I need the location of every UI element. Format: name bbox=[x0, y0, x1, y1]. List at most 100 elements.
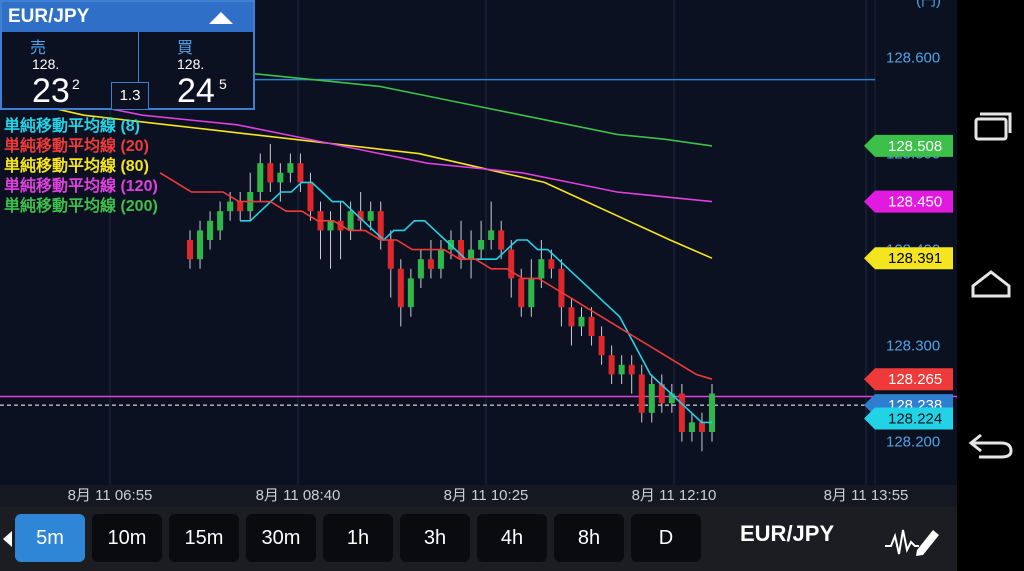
timeframe-10m[interactable]: 10m bbox=[92, 514, 162, 562]
price-tag-value: 128.224 bbox=[888, 411, 942, 428]
sell-price: 23 bbox=[32, 72, 70, 110]
candle-bearish bbox=[558, 268, 565, 308]
price-tag: 128.450 bbox=[864, 190, 953, 213]
candle-bearish bbox=[307, 182, 314, 212]
candle-bearish bbox=[397, 268, 404, 308]
candle-bullish bbox=[287, 163, 294, 173]
time-axis-label: 8月 11 13:55 bbox=[824, 487, 909, 504]
quote-panel[interactable]: EUR/JPY 売 128. 23 2 買 128. 24 5 1.3 bbox=[0, 0, 255, 110]
candle-bullish bbox=[468, 249, 475, 260]
candle-bearish bbox=[698, 422, 705, 432]
candle-bearish bbox=[628, 364, 635, 375]
sell-prefix: 128. bbox=[32, 56, 60, 72]
timeframe-8h[interactable]: 8h bbox=[554, 514, 624, 562]
candle-bullish bbox=[437, 249, 444, 269]
legend-item: 単純移動平均線 (200) bbox=[4, 198, 158, 215]
chart-tools-icon[interactable] bbox=[883, 522, 943, 558]
time-axis-label: 8月 11 10:25 bbox=[444, 487, 529, 504]
candle-bearish bbox=[608, 355, 615, 375]
candle-bearish bbox=[427, 259, 434, 269]
candle-bearish bbox=[678, 393, 685, 432]
candle-bearish bbox=[237, 201, 244, 212]
legend-item: 単純移動平均線 (80) bbox=[4, 158, 149, 175]
timeframe-5m[interactable]: 5m bbox=[15, 514, 85, 562]
candle-bullish bbox=[648, 384, 655, 413]
candle-bearish bbox=[588, 316, 595, 336]
candle-bearish bbox=[598, 336, 605, 356]
candle-bullish bbox=[207, 220, 214, 240]
candle-bullish bbox=[488, 230, 495, 240]
timeframe-3h[interactable]: 3h bbox=[400, 514, 470, 562]
time-axis-label: 8月 11 08:40 bbox=[256, 487, 341, 504]
candle-bullish bbox=[478, 240, 485, 250]
candle-bearish bbox=[387, 240, 394, 269]
candle-bullish bbox=[227, 201, 234, 212]
time-axis-label: 8月 11 12:10 bbox=[632, 487, 717, 504]
candle-bearish bbox=[548, 259, 555, 269]
price-axis-label: 128.200 bbox=[886, 434, 940, 451]
sell-label: 売 bbox=[30, 40, 47, 57]
candle-bearish bbox=[518, 278, 525, 308]
candle-bullish bbox=[417, 259, 424, 279]
buy-prefix: 128. bbox=[177, 56, 205, 72]
candle-bullish bbox=[407, 278, 414, 308]
candle-bullish bbox=[618, 364, 625, 375]
legend-item: 単純移動平均線 (8) bbox=[4, 118, 141, 135]
candle-bearish bbox=[267, 163, 274, 183]
candle-bearish bbox=[638, 374, 645, 413]
scroll-left-icon[interactable] bbox=[3, 531, 12, 547]
price-tag: 128.391 bbox=[864, 247, 953, 270]
sell-pipette: 2 bbox=[72, 76, 80, 92]
price-tag-value: 128.508 bbox=[888, 138, 942, 155]
timeframe-1h[interactable]: 1h bbox=[323, 514, 393, 562]
candle-bearish bbox=[568, 307, 575, 327]
price-axis-label: 128.600 bbox=[886, 50, 940, 67]
price-tag: 128.224 bbox=[864, 407, 953, 430]
price-axis-label: 128.300 bbox=[886, 338, 940, 355]
candle-bullish bbox=[528, 278, 535, 308]
candle-bullish bbox=[327, 220, 334, 231]
price-tag-value: 128.450 bbox=[888, 194, 942, 211]
timeframe-15m[interactable]: 15m bbox=[169, 514, 239, 562]
candle-bearish bbox=[187, 240, 193, 260]
candle-bullish bbox=[688, 422, 695, 432]
timeframe-30m[interactable]: 30m bbox=[246, 514, 316, 562]
ma-legend: 単純移動平均線 (8) 単純移動平均線 (20) 単純移動平均線 (80) 単純… bbox=[4, 117, 158, 217]
chart-app: 128.600128.500128.400128.300128.200(円)12… bbox=[0, 0, 957, 571]
candle-bullish bbox=[367, 211, 374, 221]
timeframe-bar: 5m 10m 15m 30m 1h 3h 4h 8h D EUR/JPY bbox=[0, 507, 957, 571]
price-tag-value: 128.391 bbox=[888, 250, 942, 267]
collapse-arrow-icon[interactable] bbox=[209, 12, 233, 24]
candle-bearish bbox=[508, 249, 515, 279]
back-icon[interactable] bbox=[967, 425, 1015, 465]
buy-label: 買 bbox=[177, 40, 194, 57]
home-icon[interactable] bbox=[967, 264, 1015, 304]
price-tag: 128.265 bbox=[864, 368, 953, 391]
android-nav-bar bbox=[957, 0, 1024, 571]
candle-bearish bbox=[297, 163, 304, 183]
recent-apps-icon[interactable] bbox=[967, 105, 1015, 145]
candle-bullish bbox=[538, 259, 545, 279]
candle-bullish bbox=[197, 230, 204, 260]
symbol-selector[interactable]: EUR/JPY bbox=[740, 521, 834, 547]
timeframe-4h[interactable]: 4h bbox=[477, 514, 547, 562]
quote-symbol: EUR/JPY bbox=[8, 6, 90, 27]
timeframe-d[interactable]: D bbox=[631, 514, 701, 562]
price-axis-unit: (円) bbox=[916, 0, 941, 9]
price-tag-value: 128.265 bbox=[888, 371, 942, 388]
candle-bullish bbox=[277, 172, 284, 183]
legend-item: 単純移動平均線 (20) bbox=[4, 138, 149, 155]
candle-bearish bbox=[498, 230, 505, 250]
candle-bullish bbox=[709, 393, 715, 432]
legend-item: 単純移動平均線 (120) bbox=[4, 178, 158, 195]
spread-value: 1.3 bbox=[111, 82, 149, 110]
buy-pipette: 5 bbox=[219, 76, 227, 92]
quote-header[interactable]: EUR/JPY bbox=[2, 2, 253, 32]
candle-bullish bbox=[217, 211, 224, 231]
price-tag: 128.508 bbox=[864, 134, 953, 157]
candle-bullish bbox=[347, 211, 354, 231]
buy-cell[interactable]: 買 128. 24 5 bbox=[139, 32, 253, 110]
time-axis-label: 8月 11 06:55 bbox=[68, 487, 153, 504]
candle-bullish bbox=[257, 163, 264, 192]
buy-price: 24 bbox=[177, 72, 215, 110]
